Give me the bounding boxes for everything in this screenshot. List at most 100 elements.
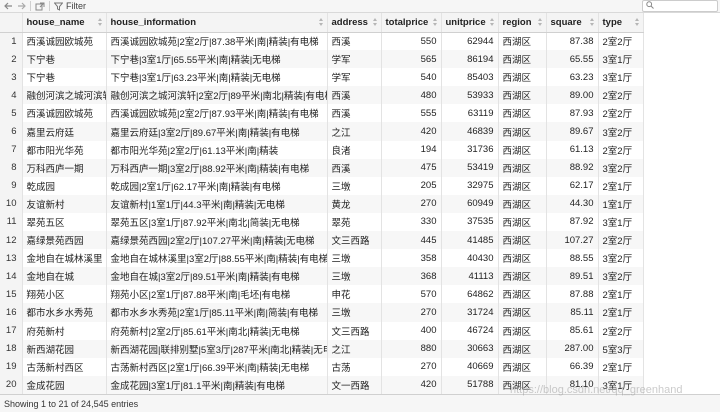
row-index: 18 <box>0 339 23 358</box>
data-table: house_name house_information address tot… <box>0 13 644 394</box>
table-cell-house-name: 融创河滨之城河滨轩 <box>22 86 107 105</box>
sort-icon[interactable] <box>589 18 595 26</box>
sort-icon[interactable] <box>97 18 103 26</box>
table-cell-address: 古荡 <box>327 357 382 376</box>
column-header-house-name[interactable]: house_name <box>22 13 107 33</box>
sort-icon[interactable] <box>318 18 324 26</box>
table-cell-house-information: 嘉里云府廷|3室2厅|89.67平米|南|精装|有电梯 <box>106 122 328 141</box>
table-row[interactable]: 6 嘉里云府廷 嘉里云府廷|3室2厅|89.67平米|南|精装|有电梯 之江 420 46… <box>0 122 644 141</box>
row-index: 5 <box>0 104 23 123</box>
table-row[interactable]: 11 翠苑五区 翠苑五区|3室1厅|87.92平米|南北|简装|无电梯 翠苑 330 37… <box>0 212 644 232</box>
table-cell-square: 287.00 <box>546 339 599 358</box>
table-cell-square: 85.61 <box>546 321 599 340</box>
column-header-house-information[interactable]: house_information <box>106 13 328 33</box>
table-cell-address: 三墩 <box>327 303 382 322</box>
table-cell-square: 87.93 <box>546 104 599 123</box>
table-cell-house-information: 下宁巷|3室1厅|65.55平米|南|精装|无电梯 <box>106 50 328 69</box>
column-header-square[interactable]: square <box>546 13 599 33</box>
table-cell-type: 3室2厅 <box>598 267 644 286</box>
table-row[interactable]: 2 下宁巷 下宁巷|3室1厅|65.55平米|南|精装|无电梯 学军 565 86194 西… <box>0 50 644 69</box>
row-index: 16 <box>0 303 23 322</box>
table-row[interactable]: 18 新西湖花园 新西湖花园|联排别墅|5室3厅|287平米|南北|精装|无电梯 之江… <box>0 339 644 358</box>
table-row[interactable]: 8 万科西庐一期 万科西庐一期|3室2厅|88.92平米|南|精装|有电梯 西溪 475… <box>0 158 644 177</box>
table-cell-house-information: 金地自在城|3室2厅|89.51平米|南|精装|有电梯 <box>106 267 328 286</box>
table-cell-square: 88.55 <box>546 249 599 268</box>
entries-count-text: Showing 1 to 21 of 24,545 entries <box>4 398 139 409</box>
column-header-unitprice[interactable]: unitprice <box>441 13 499 33</box>
row-index: 11 <box>0 212 23 232</box>
sort-icon[interactable] <box>634 18 640 26</box>
table-cell-type: 2室1厅 <box>598 303 644 322</box>
table-cell-house-information: 新西湖花园|联排别墅|5室3厅|287平米|南北|精装|无电梯 <box>106 339 328 358</box>
table-row[interactable]: 10 友谊新村 友谊新村|1室1厅|44.3平米|南|精装|无电梯 黄龙 270 6094… <box>0 194 644 213</box>
table-cell-address: 西溪 <box>327 104 382 123</box>
column-header-type[interactable]: type <box>598 13 644 33</box>
table-cell-house-name: 翠苑五区 <box>22 212 107 232</box>
table-cell-house-information: 府苑新村|2室2厅|85.61平米|南北|精装|无电梯 <box>106 321 328 340</box>
table-cell-square: 87.38 <box>546 32 599 51</box>
forward-arrow-icon[interactable] <box>17 0 26 12</box>
table-cell-type: 3室2厅 <box>598 158 644 177</box>
table-row[interactable]: 7 都市阳光华苑 都市阳光华苑|2室2厅|61.13平米|南|精装 良渚 194 3173… <box>0 140 644 159</box>
column-header-label: unitprice <box>445 16 486 28</box>
table-cell-unitprice: 46839 <box>441 122 499 141</box>
table-cell-house-information: 都市阳光华苑|2室2厅|61.13平米|南|精装 <box>106 140 328 159</box>
table-cell-type: 5室3厅 <box>598 339 644 358</box>
search-input[interactable] <box>642 0 718 12</box>
table-cell-house-name: 都市水乡水秀苑 <box>22 303 107 322</box>
table-row[interactable]: 3 下宁巷 下宁巷|3室1厅|63.23平米|南|精装|无电梯 学军 540 85403 西… <box>0 68 644 87</box>
toolbar-divider <box>49 1 50 11</box>
table-cell-type: 3室1厅 <box>598 212 644 232</box>
sort-icon[interactable] <box>537 18 543 26</box>
table-row[interactable]: 19 古荡新村西区 古荡新村西区|2室1厅|66.39平米|南|精装|无电梯 古荡 27… <box>0 357 644 376</box>
filter-button[interactable]: Filter <box>66 1 86 11</box>
table-row[interactable]: 13 金地自在城林溪里 金地自在城林溪里|3室2厅|88.55平米|南|精装|有电梯… <box>0 249 644 268</box>
column-header-label: region <box>502 16 532 28</box>
table-row[interactable]: 1 西溪诚园欧城苑 西溪诚园欧城苑|2室2厅|87.38平米|南|精装|有电梯 西溪 5… <box>0 32 644 51</box>
data-table-container[interactable]: house_name house_information address tot… <box>0 13 720 394</box>
table-cell-address: 三墩 <box>327 176 382 195</box>
table-cell-type: 2室1厅 <box>598 357 644 376</box>
column-header-region[interactable]: region <box>498 13 547 33</box>
search-icon <box>646 0 654 12</box>
table-cell-region: 西湖区 <box>498 267 547 286</box>
table-row[interactable]: 12 嘉绿景苑西园 嘉绿景苑西园|2室2厅|107.27平米|南|精装|无电梯 文三西… <box>0 231 644 250</box>
table-cell-house-name: 万科西庐一期 <box>22 158 107 177</box>
sort-icon[interactable] <box>432 18 438 26</box>
table-cell-square: 89.00 <box>546 86 599 105</box>
table-row[interactable]: 15 翔苑小区 翔苑小区|2室1厅|87.88平米|南|毛坯|有电梯 申花 570 648… <box>0 285 644 304</box>
table-cell-region: 西湖区 <box>498 375 547 394</box>
table-cell-totalprice: 358 <box>381 249 442 268</box>
table-cell-address: 学军 <box>327 50 382 69</box>
table-cell-totalprice: 475 <box>381 158 442 177</box>
table-row[interactable]: 9 乾成园 乾成园|2室1厅|62.17平米|南|精装|有电梯 三墩 205 32975 西… <box>0 176 644 195</box>
table-cell-region: 西湖区 <box>498 68 547 87</box>
table-row[interactable]: 17 府苑新村 府苑新村|2室2厅|85.61平米|南北|精装|无电梯 文三西路 400… <box>0 321 644 340</box>
table-cell-totalprice: 368 <box>381 267 442 286</box>
table-cell-address: 西溪 <box>327 86 382 105</box>
table-row[interactable]: 14 金地自在城 金地自在城|3室2厅|89.51平米|南|精装|有电梯 三墩 368 4… <box>0 267 644 286</box>
column-header-totalprice[interactable]: totalprice <box>381 13 442 33</box>
table-row[interactable]: 4 融创河滨之城河滨轩 融创河滨之城河滨轩|2室2厅|89平米|南北|精装|有电梯西… <box>0 86 644 105</box>
table-row[interactable]: 20 金成花园 金成花园|3室1厅|81.1平米|南|精装|有电梯 文一西路 420 51… <box>0 375 644 394</box>
column-header-label: address <box>331 16 368 28</box>
sort-icon[interactable] <box>489 18 495 26</box>
table-cell-address: 良渚 <box>327 140 382 159</box>
column-header-address[interactable]: address <box>327 13 382 33</box>
popout-icon[interactable] <box>35 0 45 12</box>
table-cell-unitprice: 31724 <box>441 303 499 322</box>
table-cell-type: 3室2厅 <box>598 122 644 141</box>
table-cell-house-information: 西溪诚园欧城苑|2室2厅|87.93平米|南|精装|有电梯 <box>106 104 328 123</box>
funnel-icon[interactable] <box>54 0 63 12</box>
toolbar-divider <box>30 1 31 11</box>
table-row[interactable]: 16 都市水乡水秀苑 都市水乡水秀苑|2室1厅|85.11平米|南|简装|有电梯 三墩… <box>0 303 644 322</box>
table-row[interactable]: 5 西溪诚园欧城苑 西溪诚园欧城苑|2室2厅|87.93平米|南|精装|有电梯 西溪 5… <box>0 104 644 123</box>
table-cell-address: 文三西路 <box>327 321 382 340</box>
table-cell-region: 西湖区 <box>498 231 547 250</box>
table-cell-type: 2室2厅 <box>598 32 644 51</box>
back-arrow-icon[interactable] <box>4 0 13 12</box>
table-cell-house-name: 金成花园 <box>22 375 107 394</box>
table-cell-square: 85.11 <box>546 303 599 322</box>
table-cell-house-information: 金地自在城林溪里|3室2厅|88.55平米|南|精装|有电梯 <box>106 249 328 268</box>
sort-icon[interactable] <box>372 18 378 26</box>
